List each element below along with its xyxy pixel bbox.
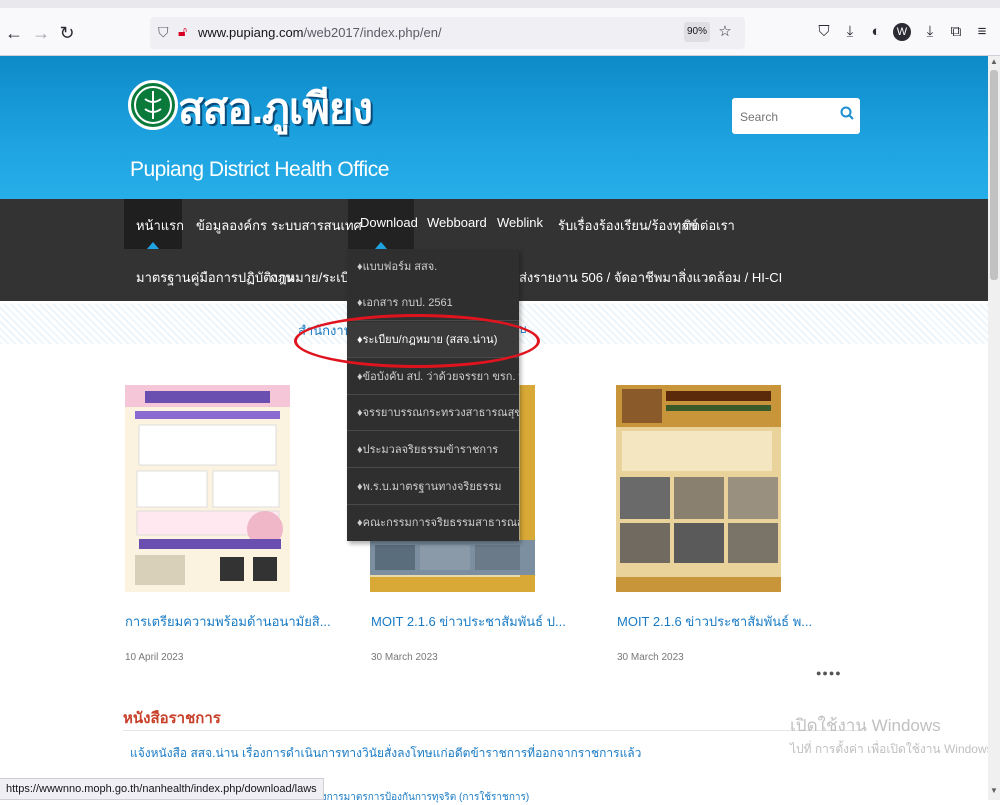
status-bar-url: https://wwwnno.moph.go.th/nanhealth/inde… [0, 778, 324, 800]
news-date-1: 10 April 2023 [125, 652, 184, 663]
nav-item-laws[interactable]: กฎหมาย/ระเบียบ/ข้ [270, 267, 347, 288]
menu-icon[interactable]: ≡ [972, 22, 992, 42]
scroll-up-arrow-icon[interactable]: ▲ [988, 56, 1000, 68]
news-image-1[interactable] [125, 385, 290, 592]
windows-activation-title: เปิดใช้งาน Windows [790, 716, 941, 735]
url-text[interactable]: www.pupiang.com/web2017/index.php/en/ [198, 25, 442, 40]
nav-item-complaints[interactable]: รับเรื่องร้องเรียน/ร้องทุกข์ [558, 215, 698, 236]
forward-icon[interactable]: → [28, 20, 54, 46]
reload-icon[interactable]: ↻ [54, 20, 80, 46]
news-title-2[interactable]: MOIT 2.1.6 ข่าวประชาสัมพันธ์ ป... [371, 611, 566, 632]
section-title: หนังสือราชการ [123, 710, 221, 727]
site-subtitle: Pupiang District Health Office [130, 158, 389, 181]
account-icon[interactable]: W [893, 23, 911, 41]
windows-activation-text: ไปที่ การตั้งค่า เพื่อเปิดใช้งาน Windows [790, 742, 993, 756]
extensions-puzzle-icon[interactable]: ⧉ [946, 22, 966, 42]
save-icon[interactable]: ⤓ [920, 22, 940, 42]
dropdown-item-ethics-committee[interactable]: ♦คณะกรรมการจริยธรรมสาธารณสุข [347, 505, 519, 541]
nav-item-organization[interactable]: ข้อมูลองค์กร [196, 215, 267, 236]
nav-item-contact[interactable]: ติดต่อเรา [683, 215, 735, 236]
insecure-lock-icon[interactable]: 🔓︎ [178, 23, 187, 40]
section-divider [123, 730, 863, 731]
dropdown-item-ethics-standards-act[interactable]: ♦พ.ร.บ.มาตรฐานทางจริยธรรม [347, 469, 519, 505]
nav-item-weblink[interactable]: Weblink [497, 215, 543, 230]
shield-icon[interactable]: ⛉ [158, 24, 169, 41]
pocket-icon[interactable]: ⛉ [814, 22, 834, 42]
nav-item-webboard[interactable]: Webboard [427, 215, 487, 230]
carousel-dots[interactable]: ●●●● [816, 668, 842, 678]
news-title-1[interactable]: การเตรียมความพร้อมด้านอนามัยสิ... [125, 611, 331, 632]
dropdown-item-moph-ethics[interactable]: ♦จรรยาบรรณกระทรวงสาธารณสุข [347, 395, 519, 431]
news-date-2: 30 March 2023 [371, 652, 438, 663]
nav-item-download[interactable]: Download [360, 215, 418, 230]
news-date-3: 30 March 2023 [617, 652, 684, 663]
news-title-3[interactable]: MOIT 2.1.6 ข่าวประชาสัมพันธ์ พ... [617, 611, 812, 632]
bookmark-star-icon[interactable]: ☆ [715, 22, 735, 42]
scrollbar-thumb[interactable] [990, 70, 998, 280]
site-logo-text[interactable]: สสอ.ภูเพียง [178, 76, 373, 142]
tab-strip [0, 0, 1000, 8]
search-icon[interactable] [840, 106, 854, 125]
nav-item-home[interactable]: หน้าแรก [136, 215, 184, 236]
red-highlight-annotation [294, 314, 540, 368]
dropdown-item-civil-servant-ethics[interactable]: ♦ประมวลจริยธรรมข้าราชการ [347, 432, 519, 468]
search-input[interactable] [738, 106, 838, 128]
nav-active-caret [147, 242, 159, 249]
ministry-logo-icon[interactable] [128, 80, 178, 130]
scroll-down-arrow-icon[interactable]: ▼ [988, 785, 1000, 797]
nav-item-report-506[interactable]: ส่งรายงาน 506 / จัดอาชีพมาสิ่งแวดล้อม / … [519, 267, 782, 288]
document-link[interactable]: แจ้งหนังสือ สสจ.น่าน เรื่องการดำเนินการท… [130, 744, 641, 763]
nav-download-caret [375, 242, 387, 249]
zoom-level[interactable]: 90% [684, 22, 710, 42]
nav-item-information-system[interactable]: ระบบสารสนเทศ [271, 215, 362, 236]
news-image-3[interactable] [616, 385, 781, 592]
dropdown-item-forms[interactable]: ♦แบบฟอร์ม สสจ. [347, 249, 519, 285]
extension-icon[interactable]: ◐ [866, 22, 886, 42]
download-dropdown-menu: ♦แบบฟอร์ม สสจ. ♦เอกสาร กบป. 2561 ♦ระเบีย… [347, 249, 519, 541]
search-box [732, 98, 860, 134]
download-icon[interactable]: ⤓ [840, 22, 860, 42]
address-bar[interactable]: ⛉ 🔓︎ www.pupiang.com/web2017/index.php/e… [150, 17, 745, 49]
back-icon[interactable]: ← [1, 20, 27, 46]
